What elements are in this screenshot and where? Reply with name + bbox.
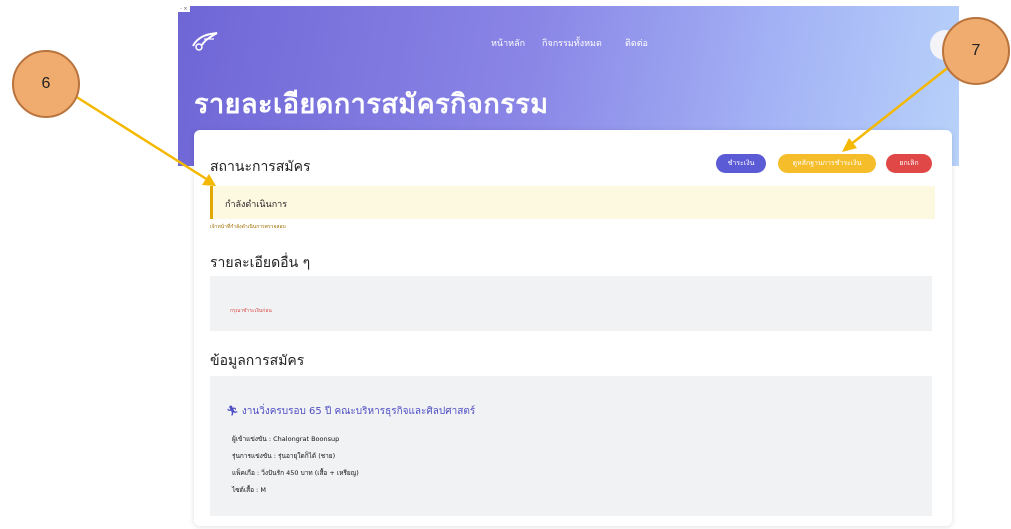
arrow-7 xyxy=(849,61,956,146)
arrow-6-head xyxy=(202,174,216,186)
arrow-6 xyxy=(74,94,209,182)
marker-6: 6 xyxy=(12,50,80,118)
marker-7: 7 xyxy=(942,17,1010,85)
annotation-arrows xyxy=(74,61,956,186)
